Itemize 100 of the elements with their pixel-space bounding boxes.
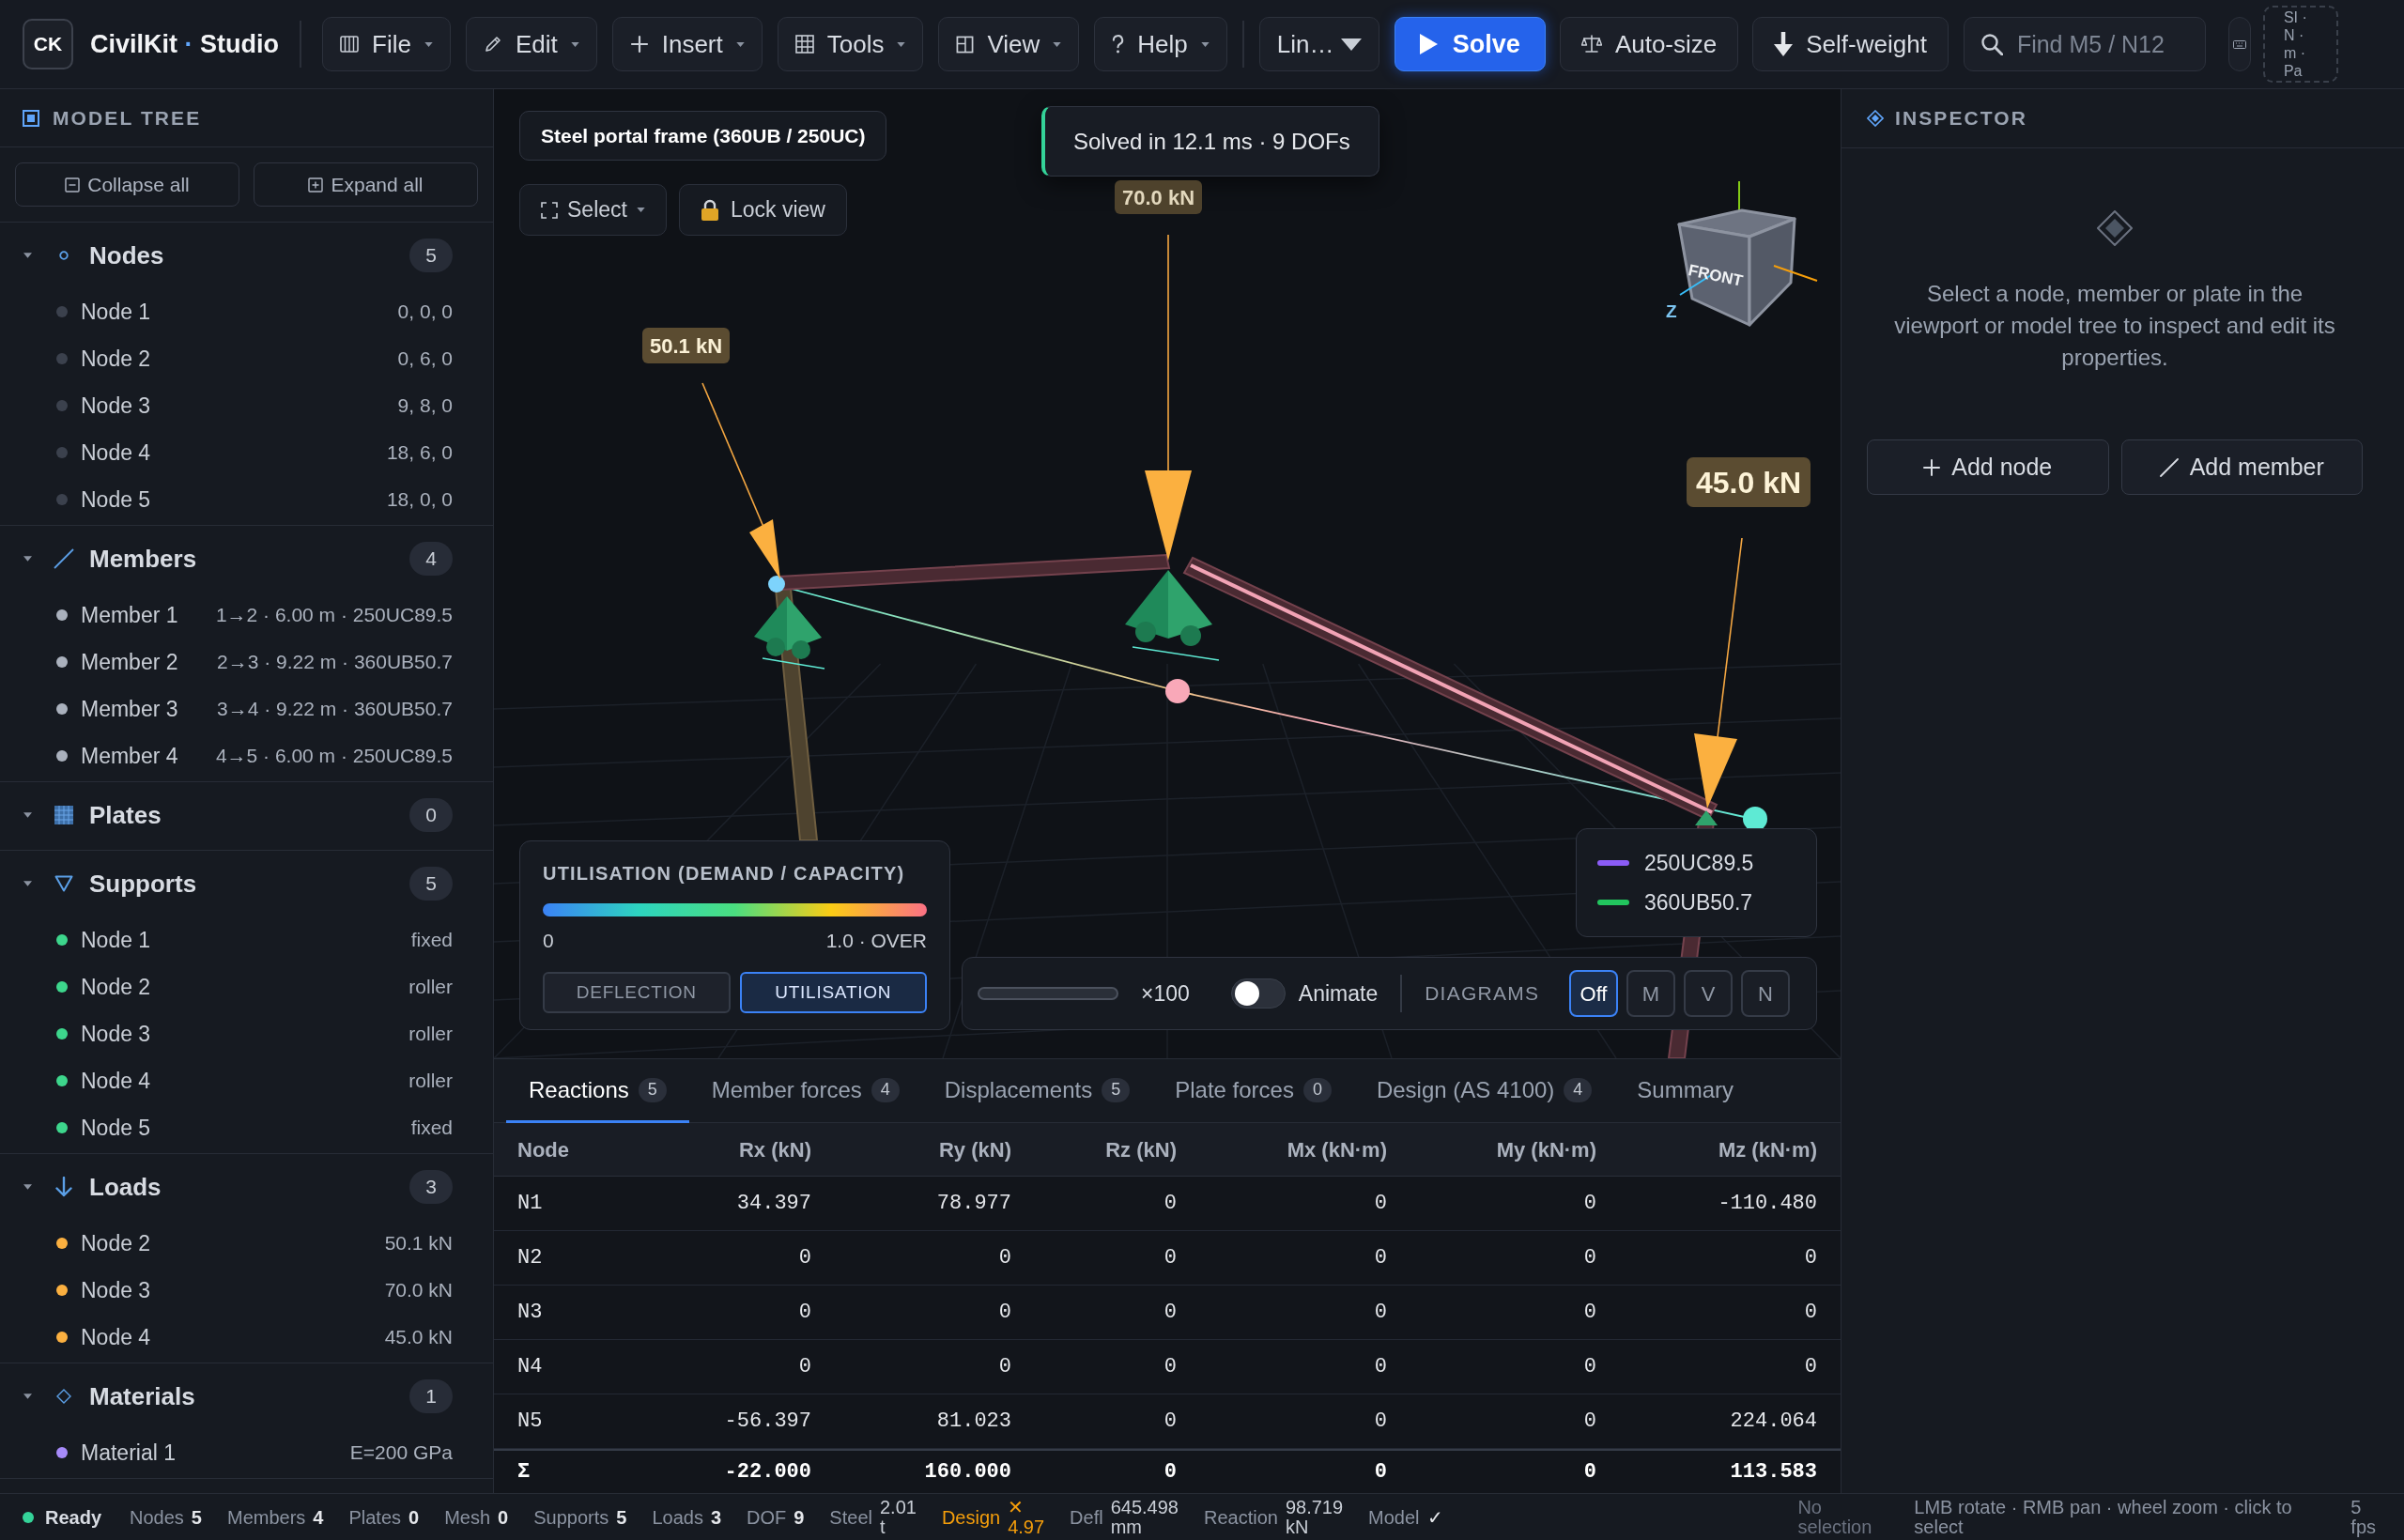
tree-item-label[interactable]: Material 1 <box>81 1436 176 1470</box>
menu-button[interactable]: Insert <box>611 17 763 71</box>
status-value: ✓ <box>1426 1505 1443 1530</box>
tab[interactable]: Plate forces 0 <box>1152 1059 1354 1123</box>
menu-button[interactable]: Tools <box>777 17 924 71</box>
cube-face-label: FRONT <box>1687 261 1745 290</box>
status-value: 3 <box>710 1505 721 1530</box>
tree-item-label[interactable]: Node 2 <box>81 342 151 376</box>
toolbar-button[interactable]: Auto-size <box>1559 17 1739 71</box>
node-marker <box>1743 807 1767 831</box>
table-cell-text: 81.023 <box>935 1409 1011 1435</box>
toast-message: Solved in 12.1 ms · 9 DOFs <box>1041 106 1379 177</box>
toggle-switch[interactable] <box>1230 978 1286 1009</box>
tree-item-label[interactable]: Member 2 <box>81 645 178 679</box>
tree-item-label[interactable]: Member 4 <box>81 739 178 773</box>
solve-button[interactable]: Solve <box>1394 17 1546 71</box>
tree-group-label[interactable]: Supports <box>89 865 197 902</box>
app-title: CivilKit · Studio <box>90 28 279 60</box>
caret-icon <box>1053 41 1062 47</box>
tree-item-label[interactable]: Node 5 <box>81 1111 151 1145</box>
tree-item-label[interactable]: Node 3 <box>81 389 151 423</box>
slash-icon <box>2159 457 2179 477</box>
diagram-option[interactable]: N <box>1741 970 1790 1017</box>
status-label: Defl <box>1070 1505 1103 1530</box>
table-cell-text: 224.064 <box>1729 1409 1817 1435</box>
tree-group-label[interactable]: Loads <box>89 1168 162 1206</box>
plus-icon <box>629 35 649 54</box>
lock-view-button[interactable]: Lock view <box>679 184 847 236</box>
down-arrow-icon <box>55 1177 72 1197</box>
toolbar-button[interactable]: Self-weight <box>1752 17 1949 71</box>
menu-button[interactable]: File <box>322 17 451 71</box>
view-cube[interactable]: FRONT Z <box>1666 180 1818 327</box>
status-value: 98.719 kN <box>1285 1497 1344 1537</box>
tree-item-label[interactable]: Node 2 <box>81 1226 151 1260</box>
inspector-action-button[interactable]: Add node <box>1867 439 2109 495</box>
diagram-option[interactable]: Off <box>1569 970 1618 1017</box>
inspector-action-button[interactable]: Add member <box>2120 439 2363 495</box>
circle-icon <box>59 251 69 260</box>
table-cell-text: 0 <box>1373 1300 1387 1326</box>
tab[interactable]: Displacements 5 <box>921 1059 1153 1123</box>
support-marker <box>1695 810 1718 825</box>
tab[interactable]: Design (AS 4100) 4 <box>1353 1059 1615 1123</box>
diagram-option[interactable]: V <box>1684 970 1733 1017</box>
tree-item-label[interactable]: Node 1 <box>81 923 151 957</box>
diagram-option[interactable]: M <box>1626 970 1675 1017</box>
tree-item-value: 0, 6, 0 <box>397 346 453 372</box>
menu-button[interactable]: Edit <box>465 17 597 71</box>
keyboard-button[interactable] <box>2227 17 2251 71</box>
caret-icon[interactable] <box>23 1184 32 1190</box>
select-tool-button[interactable]: Select <box>519 184 667 236</box>
tree-item-label[interactable]: Node 4 <box>81 1064 151 1098</box>
tree-group-label[interactable]: Plates <box>89 796 162 834</box>
tree-item-label[interactable]: Node 5 <box>81 483 151 516</box>
count-badge: 4 <box>409 542 453 576</box>
tree-action-button[interactable]: Expand all <box>254 162 478 207</box>
tree-item-label[interactable]: Node 1 <box>81 295 151 329</box>
menu-button[interactable]: View <box>938 17 1080 71</box>
analysis-type-dropdown[interactable]: Lin… <box>1258 17 1379 71</box>
caret-icon[interactable] <box>23 881 32 886</box>
status-label: Members <box>226 1505 306 1530</box>
caret-icon[interactable] <box>23 556 32 562</box>
table-cell-text: Σ <box>517 1459 532 1486</box>
count-badge: 0 <box>1302 1077 1332 1102</box>
count-badge: 5 <box>638 1077 667 1102</box>
table-cell-text: 0 <box>1582 1459 1596 1486</box>
mode-toggle[interactable]: UTILISATION <box>739 972 927 1013</box>
units-selector[interactable]: SI · N · m · Pa <box>2262 6 2338 83</box>
legend-label: 360UB50.7 <box>1644 888 1753 916</box>
caret-icon <box>1340 38 1362 51</box>
tree-item-value: fixed <box>410 928 453 953</box>
table-cell-text: -110.480 <box>1717 1191 1817 1217</box>
tree-item-label[interactable]: Node 3 <box>81 1017 151 1051</box>
table-cell-text: N3 <box>517 1300 544 1326</box>
search-field[interactable]: Find M5 / N12 <box>1963 17 2206 71</box>
play-icon <box>1419 34 1438 54</box>
menu-button[interactable]: Help <box>1094 17 1227 71</box>
tree-group-label[interactable]: Members <box>89 540 197 578</box>
caret-icon[interactable] <box>23 253 32 258</box>
tree-action-button[interactable]: Collapse all <box>15 162 239 207</box>
down-arrow-icon <box>1774 32 1794 56</box>
tree-item-label[interactable]: Node 2 <box>81 970 151 1004</box>
table-cell-text: N4 <box>517 1354 544 1380</box>
tree-item-label[interactable]: Node 4 <box>81 1320 151 1354</box>
tree-item-value: 2→3 · 9.22 m · 360UB50.7 <box>217 650 453 675</box>
tree-item-label[interactable]: Member 1 <box>81 598 178 632</box>
mode-toggle[interactable]: DEFLECTION <box>543 972 731 1013</box>
tree-group-label[interactable]: Materials <box>89 1378 195 1415</box>
caret-icon[interactable] <box>23 1394 32 1399</box>
tree-group-label[interactable]: Nodes <box>89 237 164 274</box>
slider-track[interactable] <box>978 987 1118 1000</box>
caret-icon[interactable] <box>23 812 32 818</box>
tree-item-label[interactable]: Node 3 <box>81 1273 151 1307</box>
tab[interactable]: Member forces 4 <box>688 1059 922 1123</box>
tree-item-value: fixed <box>410 1116 453 1141</box>
tree-item-label[interactable]: Member 3 <box>81 692 178 726</box>
caret-icon <box>570 41 579 47</box>
tab[interactable]: Summary <box>1614 1059 1757 1123</box>
status-text: Ready <box>45 1505 102 1530</box>
selection-icon <box>541 201 558 219</box>
tree-item-label[interactable]: Node 4 <box>81 436 151 470</box>
